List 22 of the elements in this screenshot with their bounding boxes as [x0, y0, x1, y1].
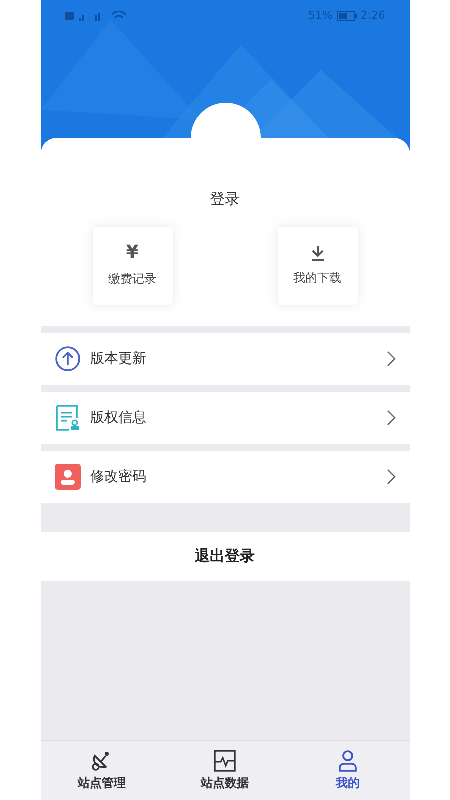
battery-icon [336, 11, 357, 22]
chevron-icon [386, 351, 396, 367]
shortcut-button[interactable]: 我的下载 [278, 226, 358, 304]
chart-icon [214, 750, 236, 772]
chevron-icon [386, 469, 396, 485]
battery-percent: 51% [308, 8, 333, 24]
person-icon [337, 750, 359, 772]
menu-row[interactable]: 版本更新 [40, 333, 410, 385]
download-icon [310, 244, 326, 260]
menu-row[interactable]: 修改密码 [40, 451, 410, 503]
tab[interactable]: 站点数据 [164, 741, 286, 800]
clock: 2:26 [360, 8, 386, 24]
yuan-icon: ¥ [126, 244, 139, 262]
chevron-icon [386, 410, 396, 426]
document-icon [54, 405, 80, 431]
tab[interactable]: 站点管理 [40, 741, 164, 800]
menu-row[interactable]: 版权信息 [40, 392, 410, 444]
shortcut-button[interactable]: ¥ 缴费记录 [92, 226, 172, 304]
logout-button[interactable]: 退出登录 [40, 532, 410, 581]
tab[interactable]: 我的 [286, 741, 410, 800]
user-icon [54, 464, 80, 490]
login-link[interactable]: 登录 [210, 188, 240, 210]
